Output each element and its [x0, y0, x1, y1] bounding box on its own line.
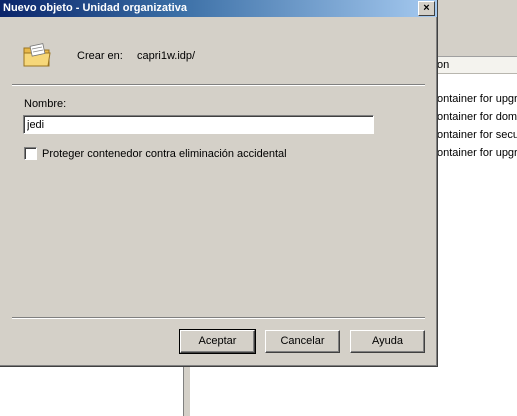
- close-icon: ×: [423, 2, 430, 14]
- cancel-button[interactable]: Cancelar: [265, 330, 340, 353]
- pane-splitter[interactable]: [183, 367, 191, 416]
- create-in-path: capri1w.idp/: [137, 50, 196, 62]
- ok-button[interactable]: Aceptar: [179, 329, 256, 354]
- background-window-header: [437, 0, 517, 31]
- list-item[interactable]: ontainer for dom: [437, 108, 517, 126]
- protect-label[interactable]: Proteger contenedor contra eliminación a…: [42, 148, 287, 160]
- background-toolbar: [437, 30, 517, 57]
- organizational-unit-icon: [23, 43, 51, 67]
- top-divider: [12, 84, 425, 86]
- create-in-label: Crear en:: [77, 50, 123, 62]
- protect-option[interactable]: Proteger contenedor contra eliminación a…: [24, 147, 287, 160]
- column-header-label: on: [437, 59, 450, 71]
- bottom-divider: [12, 317, 425, 319]
- background-column-header[interactable]: on: [437, 57, 517, 74]
- help-button[interactable]: Ayuda: [350, 330, 425, 353]
- new-ou-dialog: Nuevo objeto - Unidad organizativa × Cre…: [0, 0, 438, 367]
- list-item[interactable]: ontainer for upgr: [437, 144, 517, 162]
- name-label: Nombre:: [24, 98, 67, 110]
- dialog-titlebar[interactable]: Nuevo objeto - Unidad organizativa ×: [0, 0, 437, 17]
- dialog-title: Nuevo objeto - Unidad organizativa: [3, 2, 187, 14]
- name-input[interactable]: [23, 115, 374, 134]
- close-button[interactable]: ×: [418, 1, 435, 16]
- list-item[interactable]: ontainer for upgr: [437, 90, 517, 108]
- background-list: ontainer for upgr ontainer for dom ontai…: [437, 90, 517, 162]
- list-item[interactable]: ontainer for secu: [437, 126, 517, 144]
- protect-checkbox[interactable]: [24, 147, 37, 160]
